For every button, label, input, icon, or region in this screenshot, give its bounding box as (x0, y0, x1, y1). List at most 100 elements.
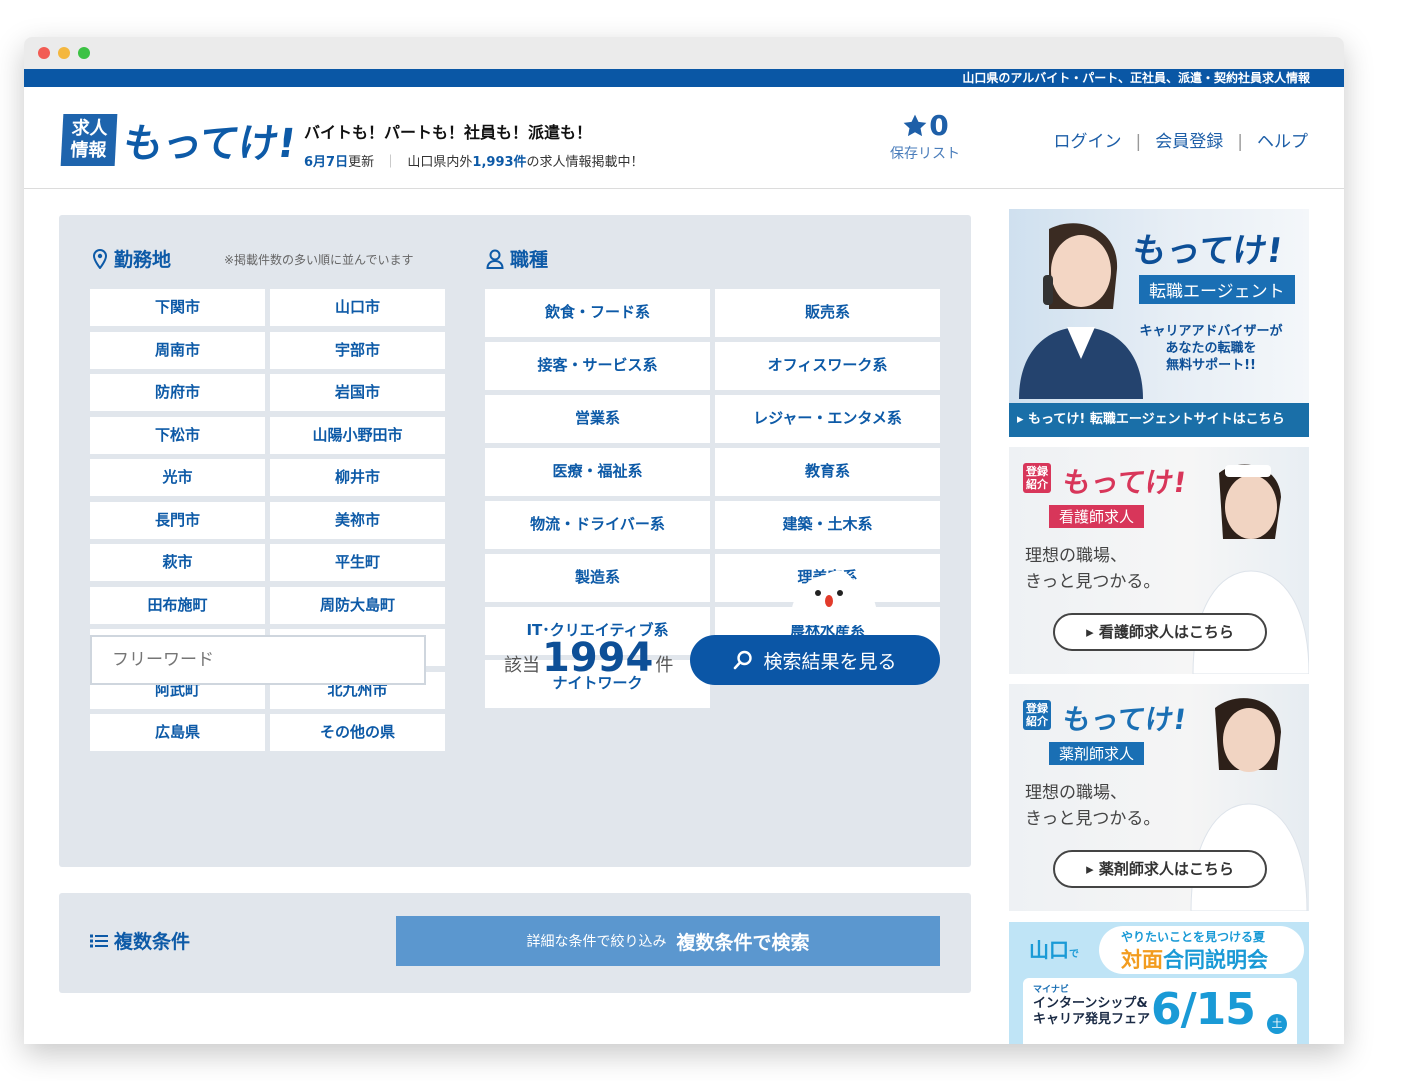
agent-copy: キャリアアドバイザーが あなたの転職を 無料サポート!! (1121, 323, 1301, 374)
location-button[interactable]: 山口市 (270, 289, 445, 326)
event-day: 土 (1267, 1014, 1287, 1034)
update-label: 更新 (348, 155, 375, 170)
nurse-copy: 理想の職場、 きっと見つかる。 (1025, 543, 1160, 595)
event-date: 6/15 (1151, 984, 1256, 1035)
event-fair-line2: キャリア発見フェア (1033, 1012, 1151, 1027)
location-button[interactable]: 萩市 (90, 544, 265, 581)
location-button[interactable]: 宇部市 (270, 331, 445, 369)
listing-suffix: の求人情報掲載中！ (526, 155, 644, 170)
window-chrome (24, 37, 1344, 69)
location-button[interactable]: 下松市 (90, 416, 265, 454)
job-category-button[interactable]: 販売系 (715, 289, 940, 337)
location-title: 勤務地 (92, 245, 171, 272)
mascot-bird-icon (790, 570, 878, 625)
agent-copy-line2: あなたの転職を (1165, 341, 1257, 356)
multi-search-button[interactable]: 詳細な条件で絞り込み 複数条件で検索 (396, 916, 940, 966)
nurse-copy-line1: 理想の職場、 (1025, 546, 1127, 566)
location-button[interactable]: 周南市 (90, 331, 265, 369)
event-copy-rest: 合同説明会 (1163, 948, 1268, 972)
agent-copy-line3: 無料サポート!! (1166, 358, 1256, 373)
job-category-button[interactable]: 接客・サービス系 (485, 342, 710, 390)
job-category-button[interactable]: オフィスワーク系 (715, 342, 940, 390)
job-category-button[interactable]: 製造系 (485, 554, 710, 602)
event-copy-line2: 対面合同説明会 (1121, 944, 1268, 974)
job-title: 職種 (486, 245, 548, 272)
pharmacist-banner[interactable]: 登録 紹介 もってけ! 薬剤師求人 理想の職場、 きっと見つかる。 ▸ 薬剤師求人… (1009, 684, 1309, 911)
location-button[interactable]: 田布施町 (90, 586, 265, 624)
free-word-input[interactable] (90, 635, 426, 685)
close-dot[interactable] (38, 47, 50, 59)
nurse-button[interactable]: ▸ 看護師求人はこちら (1053, 613, 1267, 651)
pharmacist-copy-line2: きっと見つかる。 (1025, 809, 1161, 829)
location-button[interactable]: 周防大島町 (270, 586, 445, 624)
list-icon (90, 934, 108, 947)
site-logo[interactable]: 求人 情報 もってけ! (60, 111, 298, 169)
pharmacist-tag: 登録 紹介 (1023, 700, 1051, 730)
location-button[interactable]: 岩国市 (270, 374, 445, 411)
location-button[interactable]: 広島県 (90, 714, 265, 751)
browser-window: 山口県のアルバイト・パート、正社員、派遣・契約社員求人情報 求人 情報 もってけ… (24, 37, 1344, 1044)
location-title-text: 勤務地 (114, 249, 172, 271)
person-icon (486, 249, 504, 269)
job-category-button[interactable]: レジャー・エンタメ系 (715, 395, 940, 443)
logo-badge-line2: 情報 (69, 140, 107, 161)
job-category-button[interactable]: 営業系 (485, 395, 710, 443)
location-button[interactable]: その他の県 (270, 714, 445, 751)
job-category-button[interactable]: 飲食・フード系 (485, 289, 710, 337)
tagline-main: バイトも！パートも！社員も！派遣も！ (304, 123, 593, 142)
minimize-dot[interactable] (58, 47, 70, 59)
event-brand: マイナビ (1033, 985, 1069, 995)
location-button[interactable]: 美祢市 (270, 501, 445, 539)
maximize-dot[interactable] (78, 47, 90, 59)
location-button[interactable]: 防府市 (90, 374, 265, 411)
event-fair-name: インターンシップ& キャリア発見フェア (1033, 996, 1150, 1028)
location-button[interactable]: 長門市 (90, 501, 265, 539)
job-category-button[interactable]: 建築・土木系 (715, 501, 940, 549)
nurse-badge: 看護師求人 (1049, 505, 1145, 528)
result-count-prefix: 該当 (504, 655, 540, 676)
region-label: 山口県内外 (407, 155, 473, 170)
agent-copy-line1: キャリアアドバイザーが (1139, 324, 1283, 339)
location-button[interactable]: 山陽小野田市 (270, 416, 445, 454)
location-button[interactable]: 下関市 (90, 289, 265, 326)
job-category-button[interactable]: 教育系 (715, 448, 940, 496)
top-bar: 山口県のアルバイト・パート、正社員、派遣・契約社員求人情報 (24, 69, 1344, 87)
pharmacist-button[interactable]: ▸ 薬剤師求人はこちら (1053, 850, 1267, 888)
tagline-sub: 6月7日更新 ｜ 山口県内外1,993件の求人情報掲載中！ (304, 151, 644, 170)
job-category-button[interactable]: 物流・ドライバー系 (485, 501, 710, 549)
pharmacist-badge: 薬剤師求人 (1049, 742, 1145, 765)
nurse-banner[interactable]: 登録 紹介 もってけ! 看護師求人 理想の職場、 きっと見つかる。 ▸ 看護師求人… (1009, 447, 1309, 674)
multi-search-main: 複数条件で検索 (676, 931, 810, 954)
multi-title: 複数条件 (90, 927, 190, 954)
location-button[interactable]: 光市 (90, 459, 265, 496)
event-logo-suffix: で (1069, 949, 1079, 960)
event-banner[interactable]: 山口で やりたいことを見つける夏 対面合同説明会 マイナビ インターンシップ& … (1009, 922, 1309, 1044)
multi-search-sub: 詳細な条件で絞り込み (526, 934, 667, 950)
update-date: 6月7日 (304, 155, 349, 170)
nurse-copy-line2: きっと見つかる。 (1025, 572, 1161, 592)
nurse-tag-line2: 紹介 (1026, 478, 1048, 491)
location-button[interactable]: 平生町 (270, 544, 445, 581)
job-category-button[interactable]: 医療・福祉系 (485, 448, 710, 496)
search-results-button-label: 検索結果を見る (763, 650, 897, 673)
nurse-tag: 登録 紹介 (1023, 463, 1051, 493)
pharmacist-copy: 理想の職場、 きっと見つかる。 (1025, 780, 1160, 832)
location-button[interactable]: 柳井市 (270, 459, 445, 496)
login-link[interactable]: ログイン (1054, 132, 1122, 152)
register-link[interactable]: 会員登録 (1155, 132, 1223, 152)
pharmacist-tag-line1: 登録 (1026, 702, 1048, 715)
agent-banner[interactable]: もってけ! 転職エージェント キャリアアドバイザーが あなたの転職を 無料サポー… (1009, 209, 1309, 437)
map-pin-icon (92, 248, 108, 269)
help-link[interactable]: ヘルプ (1257, 132, 1308, 152)
agent-footer-link[interactable]: ▸ もってけ! 転職エージェントサイトはこちら (1009, 403, 1309, 437)
nurse-tag-line1: 登録 (1026, 465, 1048, 478)
saved-list[interactable]: 0 保存リスト (890, 111, 960, 163)
saved-count: 0 (929, 109, 949, 142)
site-header: 求人 情報 もってけ! バイトも！パートも！社員も！派遣も！ 6月7日更新 ｜ … (24, 87, 1344, 189)
search-results-button[interactable]: 検索結果を見る (690, 635, 940, 685)
event-fair-line1: インターンシップ& (1033, 996, 1148, 1011)
tagline: バイトも！パートも！社員も！派遣も！ 6月7日更新 ｜ 山口県内外1,993件の… (304, 119, 644, 170)
location-note: ※掲載件数の多い順に並んでいます (224, 253, 414, 267)
saved-count-row: 0 (890, 111, 960, 141)
agent-logo: もってけ! (1129, 231, 1286, 271)
